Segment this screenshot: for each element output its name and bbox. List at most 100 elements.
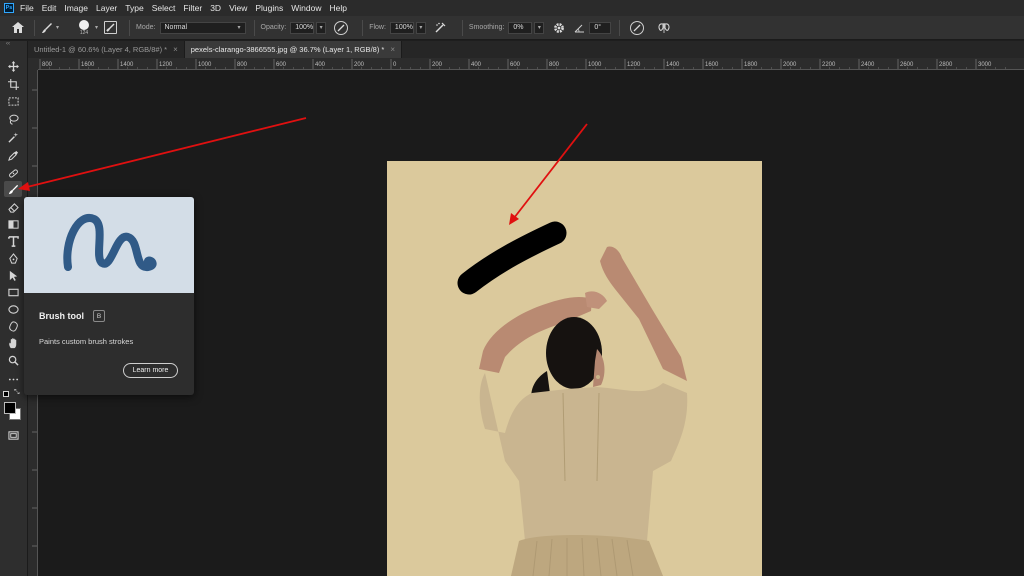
ruler-label: 2800 (939, 62, 953, 68)
smoothing-value: 0% (513, 24, 524, 31)
angle-value: 0° (594, 24, 602, 31)
magic-wand-tool-icon[interactable] (4, 129, 22, 145)
flow-value: 100% (394, 24, 413, 31)
brush-tool-tooltip: Brush tool B Paints custom brush strokes… (24, 197, 194, 395)
quick-mask-icon[interactable] (4, 427, 22, 443)
ruler-label: 800 (549, 62, 560, 68)
ruler-label: 1200 (627, 62, 641, 68)
menu-type[interactable]: Type (125, 3, 143, 13)
separator (34, 19, 35, 36)
menu-file[interactable]: File (20, 3, 34, 13)
angle-icon (574, 23, 585, 33)
tab-label: Untitled-1 @ 60.6% (Layer 4, RGB/8#) * (34, 45, 168, 54)
separator (253, 19, 255, 36)
tab-label: pexels-clarango-3866555.jpg @ 36.7% (Lay… (190, 45, 385, 54)
menu-help[interactable]: Help (329, 3, 346, 13)
mode-value: Normal (164, 24, 188, 31)
black-brush-stroke (457, 221, 567, 295)
menu-bar: Ps File Edit Image Layer Type Select Fil… (0, 0, 1024, 16)
symmetry-icon[interactable] (656, 21, 672, 35)
healing-brush-tool-icon[interactable] (4, 165, 22, 181)
opacity-value: 100% (295, 24, 314, 31)
chevron-down-icon[interactable]: ▾ (95, 24, 98, 31)
menu-image[interactable]: Image (64, 3, 88, 13)
brush-settings-icon[interactable] (104, 21, 118, 34)
menu-view[interactable]: View (229, 3, 247, 13)
close-icon[interactable]: × (390, 45, 395, 54)
zoom-tool-icon[interactable] (4, 352, 22, 368)
ruler-label: 3000 (978, 62, 992, 68)
flow-dropdown[interactable]: ▾ (415, 21, 426, 34)
chevron-down-icon: ▾ (419, 25, 423, 31)
menu-layer[interactable]: Layer (96, 3, 117, 13)
ruler-label: 1600 (81, 62, 95, 68)
ruler-label: 1400 (666, 62, 680, 68)
pressure-size-icon[interactable] (630, 20, 645, 35)
type-tool-icon[interactable] (4, 233, 22, 249)
menu-select[interactable]: Select (152, 3, 176, 13)
brush-size-picker[interactable]: 124 (75, 19, 93, 36)
artboard-tool-icon[interactable] (4, 76, 22, 92)
document-canvas[interactable] (387, 161, 762, 576)
rectangle-tool-icon[interactable] (4, 284, 22, 300)
separator (619, 19, 621, 36)
ruler-label: 600 (510, 62, 521, 68)
smoothing-dropdown[interactable]: ▾ (534, 21, 545, 34)
menu-filter[interactable]: Filter (183, 3, 202, 13)
gradient-tool-icon[interactable] (4, 216, 22, 232)
ruler-label: 2400 (861, 62, 875, 68)
angle-input[interactable]: 0° (589, 21, 612, 34)
flow-label: Flow: (369, 24, 386, 31)
ruler-ticks: 800 1600 1400 1200 1000 800 600 400 200 0 200 400 60… (39, 59, 1006, 69)
marquee-tool-icon[interactable] (4, 93, 22, 109)
home-icon[interactable] (8, 18, 28, 38)
ruler-label: 200 (354, 62, 365, 68)
mode-select[interactable]: Normal ▾ (159, 21, 246, 34)
opacity-label: Opacity: (260, 24, 287, 31)
ellipse-tool-icon[interactable] (4, 301, 22, 317)
opacity-dropdown[interactable]: ▾ (316, 21, 327, 34)
mode-label: Mode: (136, 24, 156, 31)
more-tools-icon[interactable] (4, 371, 22, 387)
menu-edit[interactable]: Edit (42, 3, 57, 13)
smoothing-input[interactable]: 0% (508, 21, 533, 34)
ruler-label: 1000 (588, 62, 602, 68)
lasso-tool-icon[interactable] (4, 111, 22, 127)
menu-plugins[interactable]: Plugins (255, 3, 283, 13)
shortcut-badge: B (93, 310, 105, 322)
photo-woman-image (457, 221, 688, 576)
settings-gear-icon[interactable] (552, 21, 566, 35)
learn-more-button[interactable]: Learn more (123, 363, 178, 378)
close-icon[interactable]: × (173, 45, 178, 54)
document-tabs: Untitled-1 @ 60.6% (Layer 4, RGB/8#) * ×… (28, 41, 1024, 58)
opacity-input[interactable]: 100% (290, 21, 315, 34)
eraser-tool-icon[interactable] (4, 199, 22, 215)
foreground-color-swatch[interactable] (4, 402, 16, 414)
ruler-label: 2200 (822, 62, 836, 68)
airbrush-icon[interactable] (434, 21, 448, 35)
ruler-label: 800 (237, 62, 248, 68)
default-colors-icon[interactable] (3, 391, 9, 397)
brush-tool-icon[interactable] (4, 181, 22, 197)
horizontal-ruler[interactable]: 800 1600 1400 1200 1000 800 600 400 200 0 200 400 60… (38, 58, 1024, 70)
panel-collapse-icon[interactable]: ‹‹ (6, 41, 10, 47)
brush-tip-preview (79, 19, 90, 30)
menu-3d[interactable]: 3D (210, 3, 221, 13)
pressure-opacity-icon[interactable] (334, 20, 349, 35)
pen-tool-icon[interactable] (4, 250, 22, 266)
brush-preset-icon[interactable]: ▾ (41, 22, 59, 34)
tab-untitled-1[interactable]: Untitled-1 @ 60.6% (Layer 4, RGB/8#) * × (28, 41, 185, 58)
flow-input[interactable]: 100% (389, 21, 414, 34)
hand-tool-icon[interactable] (4, 335, 22, 351)
custom-shape-tool-icon[interactable] (4, 318, 22, 334)
swap-colors-icon[interactable]: ⤡ (14, 389, 20, 397)
move-tool-icon[interactable] (4, 58, 22, 74)
tab-pexels-image[interactable]: pexels-clarango-3866555.jpg @ 36.7% (Lay… (184, 41, 402, 58)
path-selection-tool-icon[interactable] (4, 267, 22, 283)
menu-window[interactable]: Window (291, 3, 321, 13)
photoshop-logo[interactable]: Ps (4, 3, 14, 13)
smoothing-label: Smoothing: (468, 24, 505, 31)
eyedropper-tool-icon[interactable] (4, 147, 22, 163)
ruler-label: 800 (42, 62, 53, 68)
ruler-label: 1200 (159, 62, 173, 68)
